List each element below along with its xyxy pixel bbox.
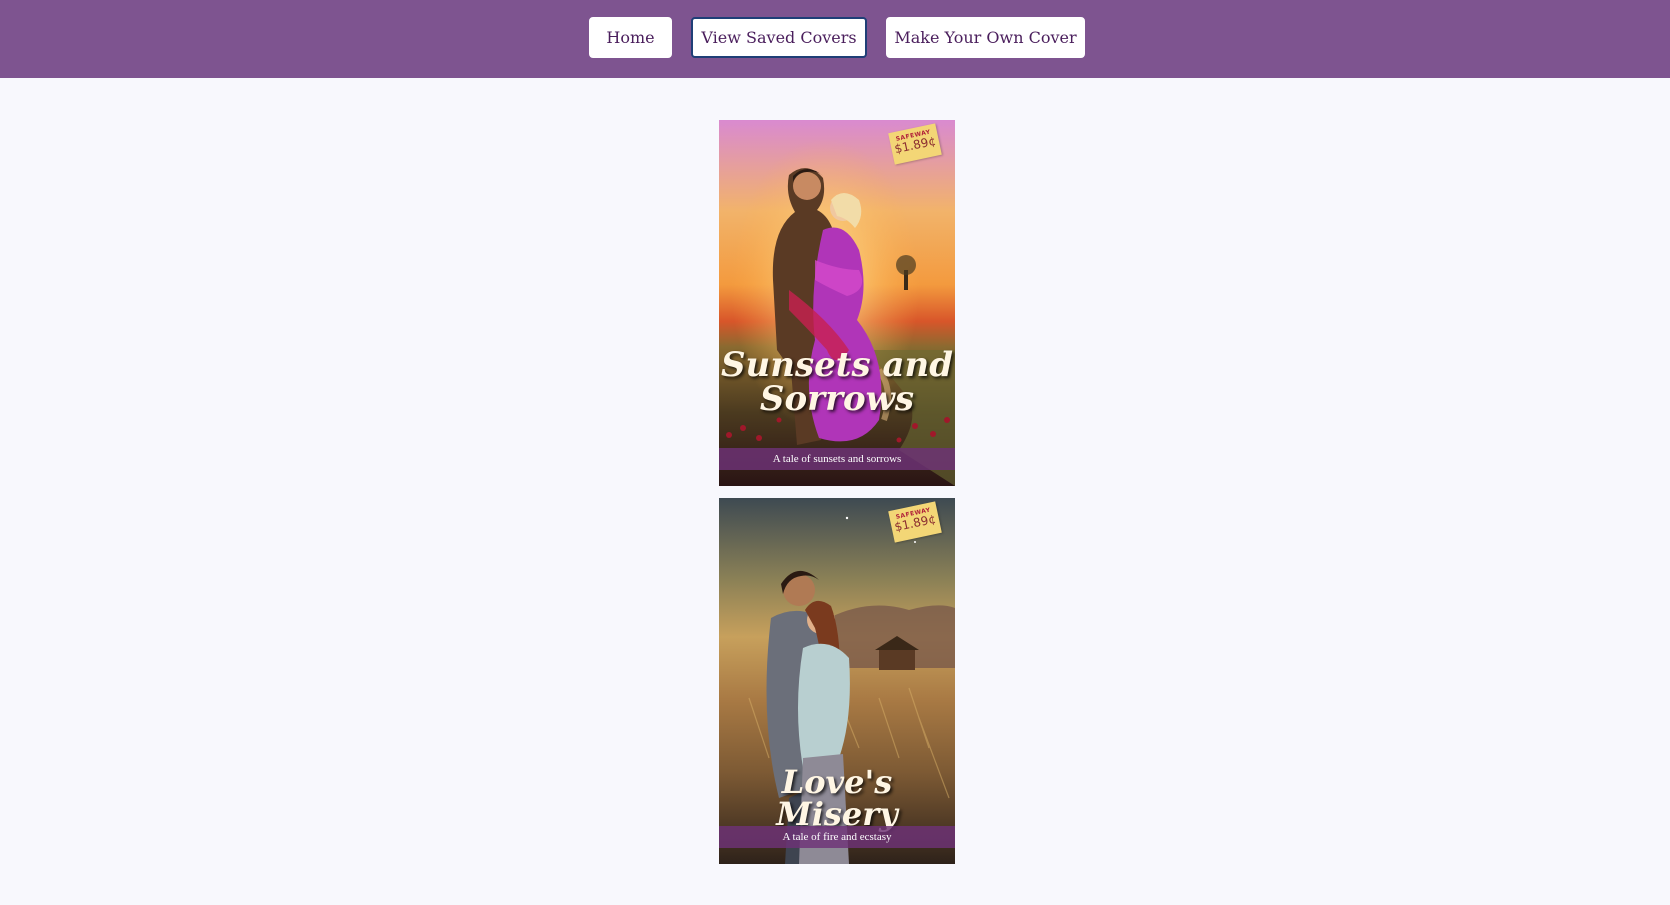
cover-title: Sunsets and Sorrows [721, 345, 953, 419]
home-button[interactable]: Home [589, 17, 672, 58]
view-saved-covers-button[interactable]: View Saved Covers [691, 17, 867, 58]
cover-tagline: A tale of sunsets and sorrows [719, 448, 955, 470]
top-nav-bar: Home View Saved Covers Make Your Own Cov… [0, 0, 1670, 78]
cover-image [719, 120, 955, 486]
cover-title: Love's Misery [776, 763, 898, 833]
saved-cover[interactable]: SAFEWAY $1.89¢ Sunsets and Sorrows A tal… [719, 120, 955, 486]
cover-tagline: A tale of fire and ecstasy [719, 826, 955, 848]
make-your-own-cover-button[interactable]: Make Your Own Cover [886, 17, 1085, 58]
saved-covers-list: SAFEWAY $1.89¢ Sunsets and Sorrows A tal… [719, 120, 955, 876]
saved-cover[interactable]: SAFEWAY $1.89¢ Love's Misery A tale of f… [719, 498, 955, 864]
